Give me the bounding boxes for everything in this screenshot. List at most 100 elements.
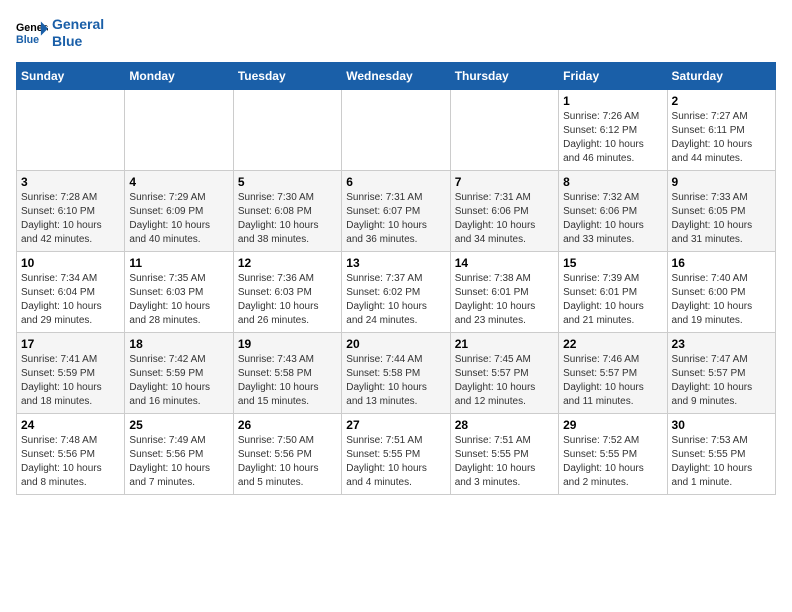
calendar-week-5: 24 Sunrise: 7:48 AMSunset: 5:56 PMDayligh…: [17, 413, 776, 494]
weekday-header-tuesday: Tuesday: [233, 62, 341, 89]
day-info: Sunrise: 7:43 AMSunset: 5:58 PMDaylight:…: [238, 353, 337, 409]
day-info: Sunrise: 7:50 AMSunset: 5:56 PMDaylight:…: [238, 434, 337, 490]
day-number: 19: [238, 337, 337, 351]
calendar-cell: 10 Sunrise: 7:34 AMSunset: 6:04 PMDayligh…: [17, 251, 125, 332]
day-number: 20: [346, 337, 445, 351]
day-info: Sunrise: 7:34 AMSunset: 6:04 PMDaylight:…: [21, 272, 120, 328]
calendar-table: SundayMondayTuesdayWednesdayThursdayFrid…: [16, 62, 776, 495]
day-info: Sunrise: 7:51 AMSunset: 5:55 PMDaylight:…: [455, 434, 554, 490]
day-info: Sunrise: 7:46 AMSunset: 5:57 PMDaylight:…: [563, 353, 662, 409]
calendar-cell: 19 Sunrise: 7:43 AMSunset: 5:58 PMDayligh…: [233, 332, 341, 413]
calendar-cell: 6 Sunrise: 7:31 AMSunset: 6:07 PMDaylight…: [342, 170, 450, 251]
day-info: Sunrise: 7:35 AMSunset: 6:03 PMDaylight:…: [129, 272, 228, 328]
calendar-cell: 18 Sunrise: 7:42 AMSunset: 5:59 PMDayligh…: [125, 332, 233, 413]
day-number: 17: [21, 337, 120, 351]
calendar-cell: 5 Sunrise: 7:30 AMSunset: 6:08 PMDaylight…: [233, 170, 341, 251]
calendar-cell: 14 Sunrise: 7:38 AMSunset: 6:01 PMDayligh…: [450, 251, 558, 332]
day-info: Sunrise: 7:42 AMSunset: 5:59 PMDaylight:…: [129, 353, 228, 409]
day-number: 30: [672, 418, 771, 432]
day-info: Sunrise: 7:31 AMSunset: 6:07 PMDaylight:…: [346, 191, 445, 247]
day-info: Sunrise: 7:28 AMSunset: 6:10 PMDaylight:…: [21, 191, 120, 247]
calendar-cell: 7Sunrise: 7:31 AMSunset: 6:06 PMDaylight…: [450, 170, 558, 251]
day-number: 1: [563, 94, 662, 108]
calendar-header-row: SundayMondayTuesdayWednesdayThursdayFrid…: [17, 62, 776, 89]
calendar-cell: 15 Sunrise: 7:39 AMSunset: 6:01 PMDayligh…: [559, 251, 667, 332]
day-info: Sunrise: 7:38 AMSunset: 6:01 PMDaylight:…: [455, 272, 554, 328]
day-number: 22: [563, 337, 662, 351]
day-number: 25: [129, 418, 228, 432]
calendar-cell: 11Sunrise: 7:35 AMSunset: 6:03 PMDayligh…: [125, 251, 233, 332]
svg-text:Blue: Blue: [16, 34, 39, 46]
calendar-cell: 29 Sunrise: 7:52 AMSunset: 5:55 PMDayligh…: [559, 413, 667, 494]
calendar-cell: 30 Sunrise: 7:53 AMSunset: 5:55 PMDayligh…: [667, 413, 775, 494]
day-info: Sunrise: 7:30 AMSunset: 6:08 PMDaylight:…: [238, 191, 337, 247]
day-info: Sunrise: 7:40 AMSunset: 6:00 PMDaylight:…: [672, 272, 771, 328]
calendar-week-2: 3Sunrise: 7:28 AMSunset: 6:10 PMDaylight…: [17, 170, 776, 251]
weekday-header-thursday: Thursday: [450, 62, 558, 89]
weekday-header-wednesday: Wednesday: [342, 62, 450, 89]
calendar-cell: 26 Sunrise: 7:50 AMSunset: 5:56 PMDayligh…: [233, 413, 341, 494]
day-info: Sunrise: 7:52 AMSunset: 5:55 PMDaylight:…: [563, 434, 662, 490]
day-number: 4: [129, 175, 228, 189]
day-number: 12: [238, 256, 337, 270]
calendar-cell: 27Sunrise: 7:51 AMSunset: 5:55 PMDayligh…: [342, 413, 450, 494]
day-number: 28: [455, 418, 554, 432]
day-number: 18: [129, 337, 228, 351]
calendar-cell: 3Sunrise: 7:28 AMSunset: 6:10 PMDaylight…: [17, 170, 125, 251]
calendar-week-1: 1 Sunrise: 7:26 AMSunset: 6:12 PMDaylight…: [17, 89, 776, 170]
day-number: 21: [455, 337, 554, 351]
calendar-cell: 17 Sunrise: 7:41 AMSunset: 5:59 PMDayligh…: [17, 332, 125, 413]
day-number: 23: [672, 337, 771, 351]
logo-text: GeneralBlue: [52, 16, 104, 50]
day-info: Sunrise: 7:53 AMSunset: 5:55 PMDaylight:…: [672, 434, 771, 490]
day-number: 6: [346, 175, 445, 189]
day-info: Sunrise: 7:39 AMSunset: 6:01 PMDaylight:…: [563, 272, 662, 328]
day-number: 14: [455, 256, 554, 270]
calendar-cell: [125, 89, 233, 170]
day-info: Sunrise: 7:27 AMSunset: 6:11 PMDaylight:…: [672, 110, 771, 166]
weekday-header-sunday: Sunday: [17, 62, 125, 89]
calendar-cell: 12 Sunrise: 7:36 AMSunset: 6:03 PMDayligh…: [233, 251, 341, 332]
calendar-cell: 16 Sunrise: 7:40 AMSunset: 6:00 PMDayligh…: [667, 251, 775, 332]
day-info: Sunrise: 7:32 AMSunset: 6:06 PMDaylight:…: [563, 191, 662, 247]
day-number: 5: [238, 175, 337, 189]
calendar-cell: 24 Sunrise: 7:48 AMSunset: 5:56 PMDayligh…: [17, 413, 125, 494]
calendar-cell: 8 Sunrise: 7:32 AMSunset: 6:06 PMDaylight…: [559, 170, 667, 251]
calendar-cell: 9 Sunrise: 7:33 AMSunset: 6:05 PMDaylight…: [667, 170, 775, 251]
day-number: 15: [563, 256, 662, 270]
day-number: 10: [21, 256, 120, 270]
day-info: Sunrise: 7:48 AMSunset: 5:56 PMDaylight:…: [21, 434, 120, 490]
day-number: 9: [672, 175, 771, 189]
day-info: Sunrise: 7:36 AMSunset: 6:03 PMDaylight:…: [238, 272, 337, 328]
day-info: Sunrise: 7:33 AMSunset: 6:05 PMDaylight:…: [672, 191, 771, 247]
day-info: Sunrise: 7:29 AMSunset: 6:09 PMDaylight:…: [129, 191, 228, 247]
calendar-cell: [17, 89, 125, 170]
day-number: 29: [563, 418, 662, 432]
calendar-week-3: 10 Sunrise: 7:34 AMSunset: 6:04 PMDayligh…: [17, 251, 776, 332]
calendar-cell: 13Sunrise: 7:37 AMSunset: 6:02 PMDayligh…: [342, 251, 450, 332]
calendar-cell: 2 Sunrise: 7:27 AMSunset: 6:11 PMDaylight…: [667, 89, 775, 170]
calendar-week-4: 17 Sunrise: 7:41 AMSunset: 5:59 PMDayligh…: [17, 332, 776, 413]
day-number: 16: [672, 256, 771, 270]
day-number: 2: [672, 94, 771, 108]
calendar-cell: 20 Sunrise: 7:44 AMSunset: 5:58 PMDayligh…: [342, 332, 450, 413]
day-info: Sunrise: 7:47 AMSunset: 5:57 PMDaylight:…: [672, 353, 771, 409]
day-info: Sunrise: 7:26 AMSunset: 6:12 PMDaylight:…: [563, 110, 662, 166]
day-info: Sunrise: 7:51 AMSunset: 5:55 PMDaylight:…: [346, 434, 445, 490]
day-info: Sunrise: 7:41 AMSunset: 5:59 PMDaylight:…: [21, 353, 120, 409]
day-number: 24: [21, 418, 120, 432]
day-number: 8: [563, 175, 662, 189]
day-info: Sunrise: 7:49 AMSunset: 5:56 PMDaylight:…: [129, 434, 228, 490]
day-number: 26: [238, 418, 337, 432]
calendar-cell: 28 Sunrise: 7:51 AMSunset: 5:55 PMDayligh…: [450, 413, 558, 494]
calendar-cell: [342, 89, 450, 170]
calendar-cell: 25 Sunrise: 7:49 AMSunset: 5:56 PMDayligh…: [125, 413, 233, 494]
day-info: Sunrise: 7:45 AMSunset: 5:57 PMDaylight:…: [455, 353, 554, 409]
day-number: 13: [346, 256, 445, 270]
weekday-header-monday: Monday: [125, 62, 233, 89]
weekday-header-friday: Friday: [559, 62, 667, 89]
day-number: 7: [455, 175, 554, 189]
day-info: Sunrise: 7:44 AMSunset: 5:58 PMDaylight:…: [346, 353, 445, 409]
calendar-cell: 4 Sunrise: 7:29 AMSunset: 6:09 PMDaylight…: [125, 170, 233, 251]
weekday-header-saturday: Saturday: [667, 62, 775, 89]
